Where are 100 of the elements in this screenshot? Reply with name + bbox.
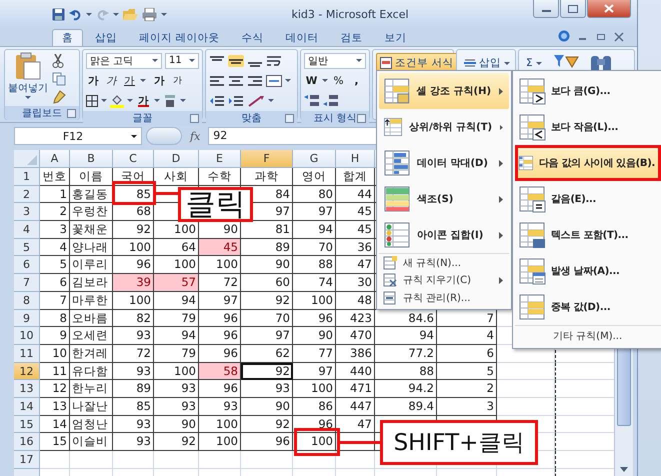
table-cell: 6: [436, 344, 497, 363]
comma-button[interactable]: ,: [349, 72, 364, 88]
underline-button[interactable]: 가: [122, 72, 137, 88]
table-cell: 100: [112, 292, 154, 310]
menu-item[interactable]: 아이콘 집합(I): [379, 217, 509, 253]
table-cell: 30: [336, 274, 375, 292]
number-format-dropdown[interactable]: 일반: [304, 52, 366, 68]
table-cell: 60: [240, 274, 293, 292]
bold-button[interactable]: 가: [86, 72, 101, 88]
font-color-button[interactable]: 가: [136, 92, 151, 108]
column-header[interactable]: A: [40, 150, 70, 168]
table-cell: 100: [198, 256, 241, 274]
table-cell: 96: [198, 310, 241, 328]
column-header[interactable]: C: [112, 150, 154, 168]
table-cell: 90: [154, 416, 199, 434]
menu-item[interactable]: 색조(S): [379, 181, 509, 217]
menu-item[interactable]: 기타 규칙(M)...: [515, 325, 661, 346]
row-header[interactable]: 14: [14, 398, 40, 416]
row-header[interactable]: 7: [14, 274, 40, 292]
paste-button[interactable]: 붙여넣기: [8, 52, 48, 104]
menu-item[interactable]: 보다 작음(L)...: [515, 109, 661, 145]
table-cell: 100: [198, 416, 241, 434]
row-header[interactable]: 13: [14, 380, 40, 398]
table-cell: 77: [292, 344, 336, 363]
table-cell: 386: [336, 344, 375, 363]
row-header[interactable]: 5: [14, 238, 40, 256]
row-header[interactable]: 12: [14, 362, 40, 380]
currency-button[interactable]: W: [304, 72, 319, 88]
menu-item[interactable]: 상위/하위 규칙(T): [379, 109, 509, 145]
menu-item[interactable]: 셀 강조 규칙(H): [379, 73, 509, 109]
table-cell: 97: [292, 203, 336, 222]
column-header[interactable]: E: [198, 150, 241, 168]
table-cell: 15: [40, 433, 70, 451]
table-cell: 한누리: [70, 380, 113, 398]
table-cell: 93: [112, 433, 154, 451]
menu-item[interactable]: 규칙 관리(R)...: [379, 289, 509, 307]
table-cell: 7: [40, 292, 70, 310]
table-cell: 11: [40, 362, 70, 380]
shrink-font-button[interactable]: 가: [170, 72, 185, 88]
font-family-dropdown[interactable]: 맑은 고딕: [86, 52, 162, 68]
column-header[interactable]: D: [154, 150, 199, 168]
row-header[interactable]: 10: [14, 327, 40, 345]
column-header[interactable]: G: [292, 150, 336, 168]
row-header[interactable]: 8: [14, 292, 40, 310]
row-header[interactable]: 15: [14, 416, 40, 434]
row-header[interactable]: 4: [14, 221, 40, 239]
group-label: 클립보드: [22, 107, 62, 120]
insert-function-button[interactable]: fx: [186, 130, 204, 142]
row-header[interactable]: 17: [14, 451, 40, 469]
table-cell: 유다함: [70, 362, 113, 380]
ribbon-tab[interactable]: 검토: [330, 29, 372, 46]
column-header[interactable]: F: [240, 150, 293, 168]
percent-button[interactable]: %: [331, 72, 346, 88]
table-cell: 5: [40, 256, 70, 274]
table-cell: 45: [336, 221, 375, 239]
grow-font-button[interactable]: 가: [152, 72, 167, 88]
ribbon-tab[interactable]: 홈: [52, 29, 83, 46]
table-cell: 94: [154, 292, 199, 310]
table-cell: 2: [40, 203, 70, 222]
column-header[interactable]: B: [70, 150, 113, 168]
menu-item[interactable]: 데이터 막대(D): [379, 145, 509, 181]
italic-button[interactable]: 가: [104, 72, 119, 88]
menu-item[interactable]: 같음(E)...: [515, 181, 661, 217]
row-header[interactable]: 11: [14, 344, 40, 363]
table-cell: 100: [292, 433, 336, 451]
table-cell: 92: [240, 362, 293, 380]
table-cell: 우렁찬: [70, 203, 113, 222]
menu-item[interactable]: 텍스트 포함(T)...: [515, 217, 661, 253]
table-cell: 97: [240, 327, 293, 345]
name-box[interactable]: F12: [14, 127, 142, 145]
ribbon-tab[interactable]: 수식: [231, 29, 274, 46]
ribbon-tab[interactable]: 페이지 레이아웃: [129, 29, 230, 46]
group-label: 표시 형식: [313, 112, 357, 125]
menu-item[interactable]: 규칙 지우기(C): [379, 271, 509, 289]
menu-item[interactable]: 다음 값의 사이에 있음(B).: [515, 145, 661, 181]
table-cell: 62: [240, 344, 293, 363]
row-header[interactable]: 6: [14, 256, 40, 274]
table-cell: 100: [292, 380, 336, 398]
table-cell: 국어: [112, 168, 154, 186]
menu-item[interactable]: 보다 큼(G)...: [515, 73, 661, 109]
row-header[interactable]: 16: [14, 433, 40, 451]
table-cell: 10: [40, 344, 70, 363]
row-header[interactable]: 3: [14, 203, 40, 222]
menu-item[interactable]: 새 규칙(N)...: [379, 253, 509, 271]
column-header[interactable]: H: [336, 150, 375, 168]
menu-item[interactable]: 중복 값(D)...: [515, 289, 661, 325]
ribbon-tab[interactable]: 삽입: [85, 29, 127, 46]
table-cell: 85: [112, 398, 154, 416]
ribbon-tab[interactable]: 데이터: [275, 29, 328, 46]
table-cell: 45: [198, 238, 241, 256]
menu-item[interactable]: 발생 날짜(A)...: [515, 253, 661, 289]
table-cell: 82: [112, 310, 154, 328]
row-header[interactable]: 9: [14, 310, 40, 328]
table-cell: 86: [292, 398, 336, 416]
table-cell: 70: [240, 310, 293, 328]
row-header[interactable]: 2: [14, 186, 40, 204]
ribbon-tab[interactable]: 보기: [374, 29, 416, 46]
row-header[interactable]: 1: [14, 168, 40, 186]
table-cell: 이루리: [70, 256, 113, 274]
font-size-dropdown[interactable]: 11: [165, 52, 199, 68]
